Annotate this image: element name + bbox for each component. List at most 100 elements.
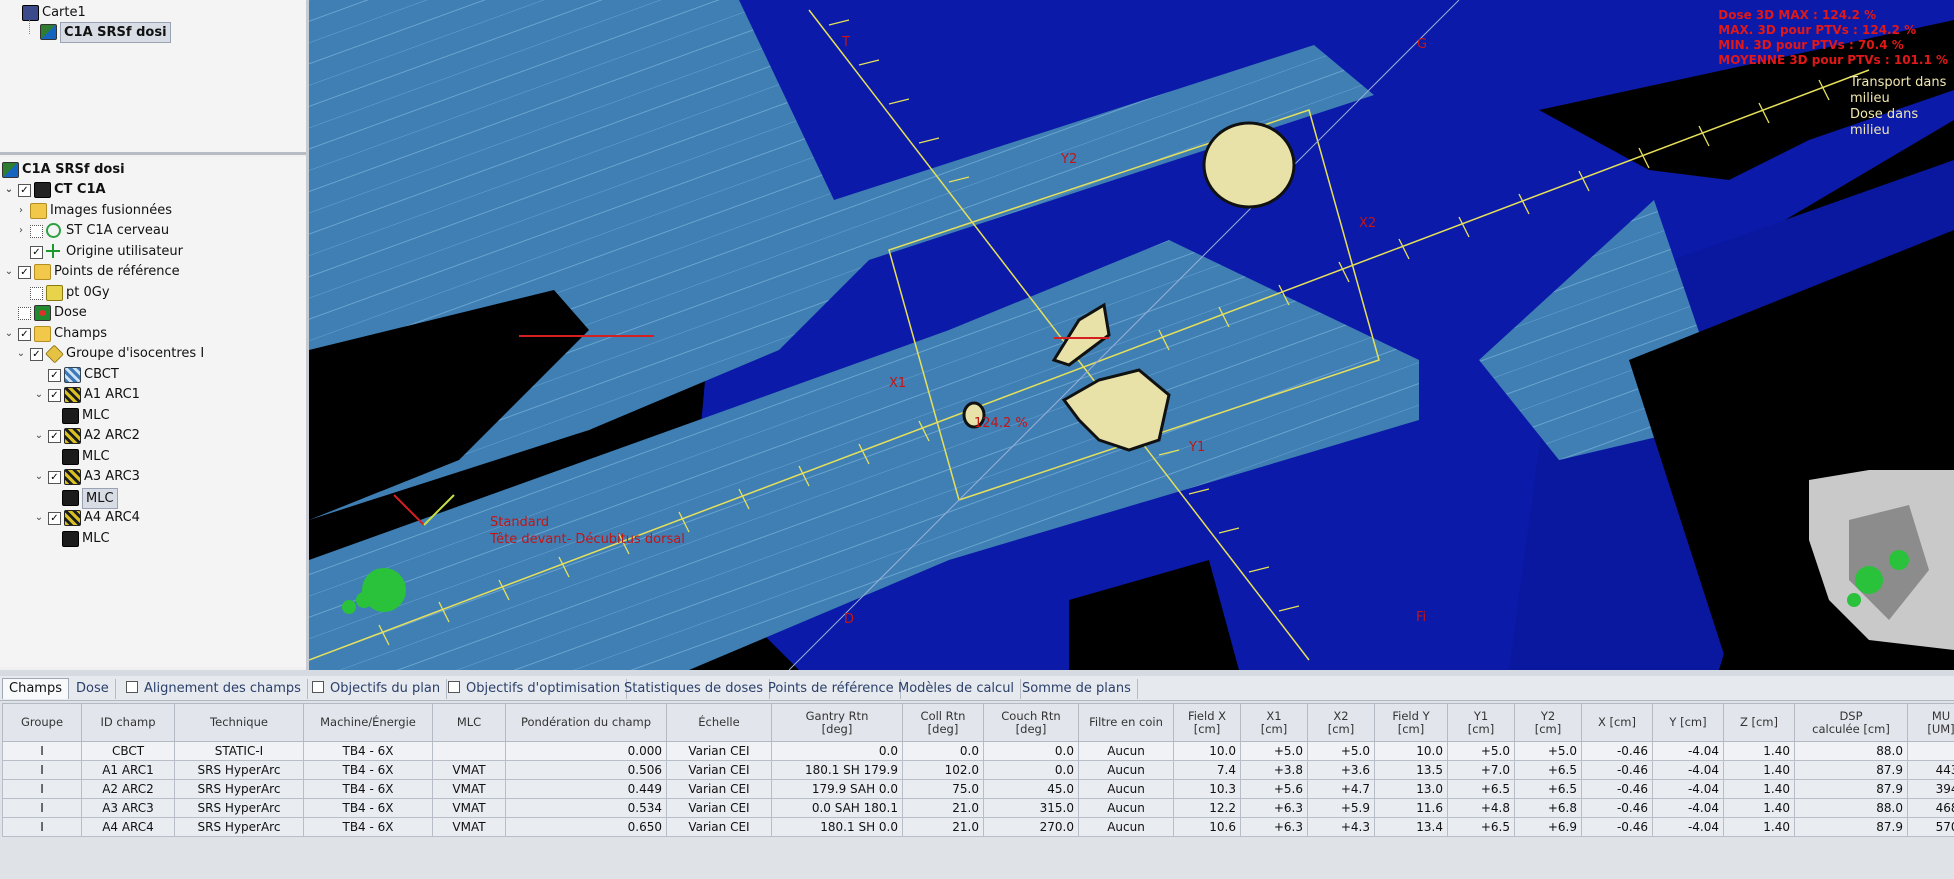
table-cell[interactable]: Aucun bbox=[1078, 760, 1174, 780]
column-header[interactable]: DSP calculée [cm] bbox=[1794, 703, 1908, 742]
tree-node[interactable]: ✓ Origine utilisateur bbox=[0, 242, 300, 261]
visibility-checkbox[interactable]: ✓ bbox=[48, 430, 61, 443]
collapse-chevron-icon[interactable]: ⌄ bbox=[34, 508, 44, 527]
table-cell[interactable]: -4.04 bbox=[1652, 798, 1724, 818]
table-cell[interactable]: 10.3 bbox=[1173, 779, 1241, 799]
table-cell[interactable]: 10.0 bbox=[1374, 741, 1448, 761]
table-cell[interactable]: +3.6 bbox=[1307, 760, 1375, 780]
table-cell[interactable]: +4.7 bbox=[1307, 779, 1375, 799]
tab-dose[interactable]: Dose bbox=[70, 679, 116, 699]
tree-node[interactable]: ⌄ ✓ A1 ARC1 bbox=[0, 385, 300, 404]
column-header[interactable]: Y2 [cm] bbox=[1514, 703, 1582, 742]
table-cell[interactable]: SRS HyperArc bbox=[174, 760, 304, 780]
table-cell[interactable]: -0.46 bbox=[1581, 741, 1653, 761]
tab-checkbox[interactable] bbox=[126, 681, 138, 693]
table-cell[interactable]: +5.0 bbox=[1240, 741, 1308, 761]
table-cell[interactable]: STATIC-I bbox=[174, 741, 304, 761]
table-cell[interactable]: 10.6 bbox=[1173, 817, 1241, 837]
tab-somme-de-plans[interactable]: Somme de plans bbox=[1016, 679, 1138, 699]
table-cell[interactable]: I bbox=[2, 817, 82, 837]
table-cell[interactable]: 21.0 bbox=[902, 817, 984, 837]
column-header[interactable]: ID champ bbox=[81, 703, 175, 742]
table-cell[interactable]: +3.8 bbox=[1240, 760, 1308, 780]
table-cell[interactable]: 10.0 bbox=[1173, 741, 1241, 761]
table-cell[interactable]: 315.0 bbox=[983, 798, 1079, 818]
column-header[interactable]: Y [cm] bbox=[1652, 703, 1724, 742]
visibility-checkbox[interactable] bbox=[30, 286, 43, 300]
table-cell[interactable]: 468.8 bbox=[1907, 798, 1954, 818]
table-cell[interactable]: 13.5 bbox=[1374, 760, 1448, 780]
table-cell[interactable]: -4.04 bbox=[1652, 760, 1724, 780]
visibility-checkbox[interactable]: ✓ bbox=[30, 348, 43, 361]
table-cell[interactable]: +6.5 bbox=[1447, 817, 1515, 837]
tree-node[interactable]: MLC bbox=[0, 487, 300, 509]
table-cell[interactable]: A2 ARC2 bbox=[81, 779, 175, 799]
table-cell[interactable]: 88.0 bbox=[1794, 798, 1908, 818]
table-cell[interactable]: 0.0 bbox=[983, 741, 1079, 761]
table-cell[interactable]: +6.5 bbox=[1447, 779, 1515, 799]
table-cell[interactable]: VMAT bbox=[432, 779, 506, 799]
table-cell[interactable]: 11.6 bbox=[1374, 798, 1448, 818]
tree-node[interactable]: › ST C1A cerveau bbox=[0, 221, 300, 240]
table-cell[interactable]: A3 ARC3 bbox=[81, 798, 175, 818]
table-cell[interactable]: 75.0 bbox=[902, 779, 984, 799]
column-header[interactable]: Machine/Énergie bbox=[303, 703, 433, 742]
tab-objectifs-d-optimisation[interactable]: Objectifs d'optimisation bbox=[442, 679, 628, 699]
table-cell[interactable]: 0.0 bbox=[902, 741, 984, 761]
table-cell[interactable] bbox=[432, 741, 506, 761]
table-cell[interactable]: TB4 - 6X bbox=[303, 741, 433, 761]
tab-alignement-des-champs[interactable]: Alignement des champs bbox=[120, 679, 308, 699]
column-header[interactable]: MU [UM] bbox=[1907, 703, 1954, 742]
table-cell[interactable]: 88.0 bbox=[1794, 741, 1908, 761]
visibility-checkbox[interactable]: ✓ bbox=[18, 327, 31, 341]
table-cell[interactable]: 1.40 bbox=[1723, 741, 1795, 761]
column-header[interactable]: Pondération du champ bbox=[505, 703, 667, 742]
table-cell[interactable]: 87.9 bbox=[1794, 817, 1908, 837]
collapse-chevron-icon[interactable]: ⌄ bbox=[34, 467, 44, 486]
tree-node[interactable]: ⌄ ✓ Points de référence bbox=[0, 262, 300, 281]
visibility-checkbox[interactable]: ✓ bbox=[48, 368, 61, 382]
table-cell[interactable]: 270.0 bbox=[983, 817, 1079, 837]
table-cell[interactable]: -0.46 bbox=[1581, 817, 1653, 837]
table-cell[interactable]: Aucun bbox=[1078, 741, 1174, 761]
tab-champs[interactable]: Champs bbox=[2, 678, 69, 699]
tree-node[interactable]: MLC bbox=[0, 406, 300, 425]
expand-chevron-icon[interactable]: › bbox=[16, 221, 26, 240]
table-cell[interactable]: 0.000 bbox=[505, 741, 667, 761]
table-cell[interactable]: 0.650 bbox=[505, 817, 667, 837]
table-cell[interactable]: -4.04 bbox=[1652, 741, 1724, 761]
table-row[interactable]: I A1 ARC1 SRS HyperArc TB4 - 6X VMAT 0.506 Var… bbox=[2, 760, 1954, 780]
visibility-checkbox[interactable]: ✓ bbox=[48, 389, 61, 402]
tab-checkbox[interactable] bbox=[448, 681, 460, 693]
table-cell[interactable]: Varian CEI bbox=[666, 760, 772, 780]
table-cell[interactable]: 0.0 bbox=[983, 760, 1079, 780]
table-cell[interactable]: -0.46 bbox=[1581, 798, 1653, 818]
column-header[interactable]: X1 [cm] bbox=[1240, 703, 1308, 742]
tree-node[interactable]: ✓ CBCT bbox=[0, 365, 300, 384]
table-cell[interactable]: I bbox=[2, 779, 82, 799]
visibility-checkbox[interactable] bbox=[18, 307, 31, 320]
table-cell[interactable]: +6.3 bbox=[1240, 798, 1308, 818]
table-cell[interactable]: +6.9 bbox=[1514, 817, 1582, 837]
table-cell[interactable]: Aucun bbox=[1078, 779, 1174, 799]
column-header[interactable]: Field Y [cm] bbox=[1374, 703, 1448, 742]
table-cell[interactable]: 180.1 SH 179.9 bbox=[771, 760, 903, 780]
table-cell[interactable]: 102.0 bbox=[902, 760, 984, 780]
visibility-checkbox[interactable]: ✓ bbox=[48, 512, 61, 525]
table-cell[interactable]: VMAT bbox=[432, 798, 506, 818]
column-header[interactable]: MLC bbox=[432, 703, 506, 742]
expand-chevron-icon[interactable]: › bbox=[16, 201, 26, 220]
table-cell[interactable]: +6.3 bbox=[1240, 817, 1308, 837]
table-cell[interactable]: +6.5 bbox=[1514, 779, 1582, 799]
table-cell[interactable]: 45.0 bbox=[983, 779, 1079, 799]
table-cell[interactable]: I bbox=[2, 760, 82, 780]
collapse-chevron-icon[interactable]: ⌄ bbox=[4, 324, 14, 343]
table-cell[interactable]: TB4 - 6X bbox=[303, 817, 433, 837]
table-cell[interactable]: +6.8 bbox=[1514, 798, 1582, 818]
column-header[interactable]: Coll Rtn [deg] bbox=[902, 703, 984, 742]
tree-node[interactable]: MLC bbox=[0, 529, 300, 548]
table-cell[interactable]: CBCT bbox=[81, 741, 175, 761]
column-header[interactable]: Échelle bbox=[666, 703, 772, 742]
tree-node[interactable]: ⌄ ✓ A2 ARC2 bbox=[0, 426, 300, 445]
table-cell[interactable]: A4 ARC4 bbox=[81, 817, 175, 837]
